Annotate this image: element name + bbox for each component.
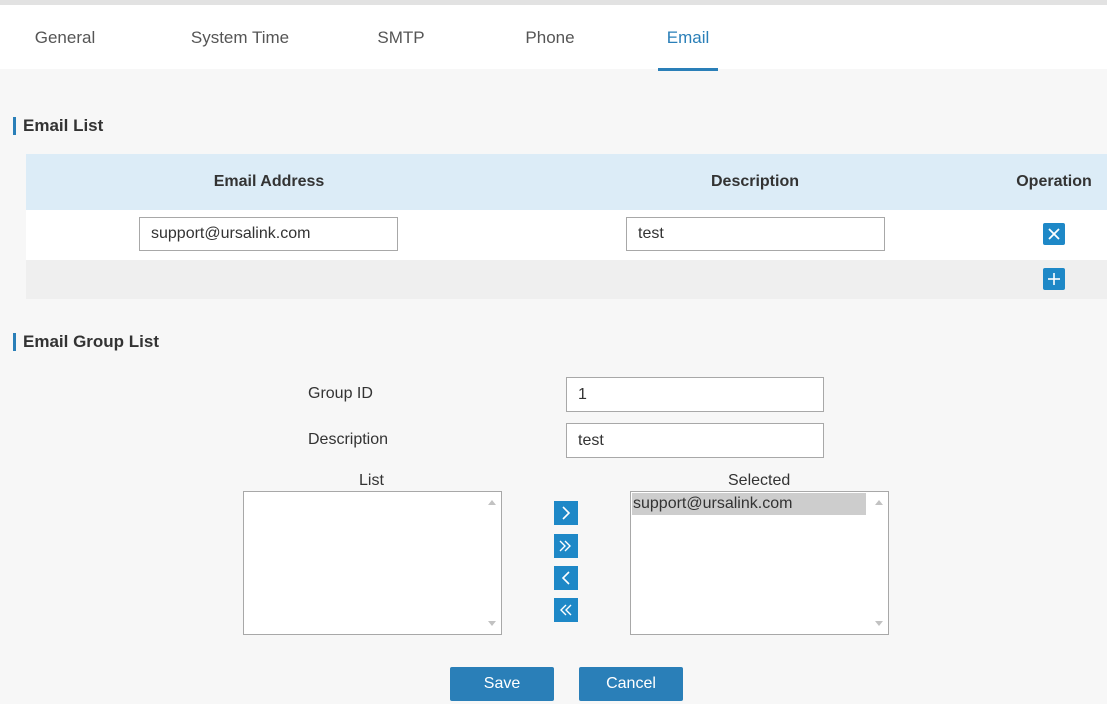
selected-label: Selected (728, 472, 791, 489)
scrollbar[interactable] (871, 492, 888, 634)
email-list-table: Email Address Description Operation (26, 154, 1107, 299)
column-header-description: Description (710, 173, 799, 190)
move-right-button[interactable] (554, 501, 578, 525)
group-description-input[interactable] (566, 423, 824, 458)
double-chevron-left-icon (560, 604, 572, 616)
column-header-operation: Operation (1016, 173, 1092, 190)
add-row-button[interactable] (1043, 268, 1065, 290)
scroll-down-icon[interactable] (875, 621, 883, 626)
move-left-button[interactable] (554, 566, 578, 590)
delete-row-button[interactable] (1043, 223, 1065, 245)
chevron-left-icon (561, 571, 570, 585)
move-all-right-button[interactable] (554, 534, 578, 558)
available-email-list[interactable] (243, 491, 502, 635)
close-icon (1048, 228, 1060, 240)
tab-bar: General System Time SMTP Phone Email (0, 5, 1107, 71)
tab-general[interactable]: General (22, 5, 108, 69)
table-add-row (26, 260, 1107, 299)
scroll-up-icon[interactable] (488, 500, 496, 505)
email-list-title: Email List (13, 117, 103, 135)
scroll-up-icon[interactable] (875, 500, 883, 505)
scrollbar[interactable] (484, 492, 501, 634)
column-header-email: Email Address (213, 173, 325, 190)
selected-email-list[interactable]: support@ursalink.com (630, 491, 889, 635)
list-item[interactable]: support@ursalink.com (632, 493, 866, 515)
table-row (26, 210, 1107, 260)
tab-system-time[interactable]: System Time (176, 5, 304, 69)
chevron-right-icon (562, 506, 571, 520)
group-id-label: Group ID (308, 385, 373, 402)
tab-email[interactable]: Email (655, 5, 721, 69)
move-all-left-button[interactable] (554, 598, 578, 622)
tab-phone[interactable]: Phone (512, 5, 588, 69)
save-button[interactable]: Save (450, 667, 554, 701)
active-tab-indicator (658, 68, 718, 71)
email-group-list-title: Email Group List (13, 333, 159, 351)
tab-smtp[interactable]: SMTP (370, 5, 432, 69)
email-address-input[interactable] (139, 217, 398, 251)
group-id-input[interactable] (566, 377, 824, 412)
email-description-input[interactable] (626, 217, 885, 251)
plus-icon (1048, 273, 1060, 285)
table-header: Email Address Description Operation (26, 154, 1107, 210)
cancel-button[interactable]: Cancel (579, 667, 683, 701)
scroll-down-icon[interactable] (488, 621, 496, 626)
double-chevron-right-icon (559, 540, 571, 552)
group-description-label: Description (308, 431, 389, 448)
list-label: List (359, 472, 384, 489)
